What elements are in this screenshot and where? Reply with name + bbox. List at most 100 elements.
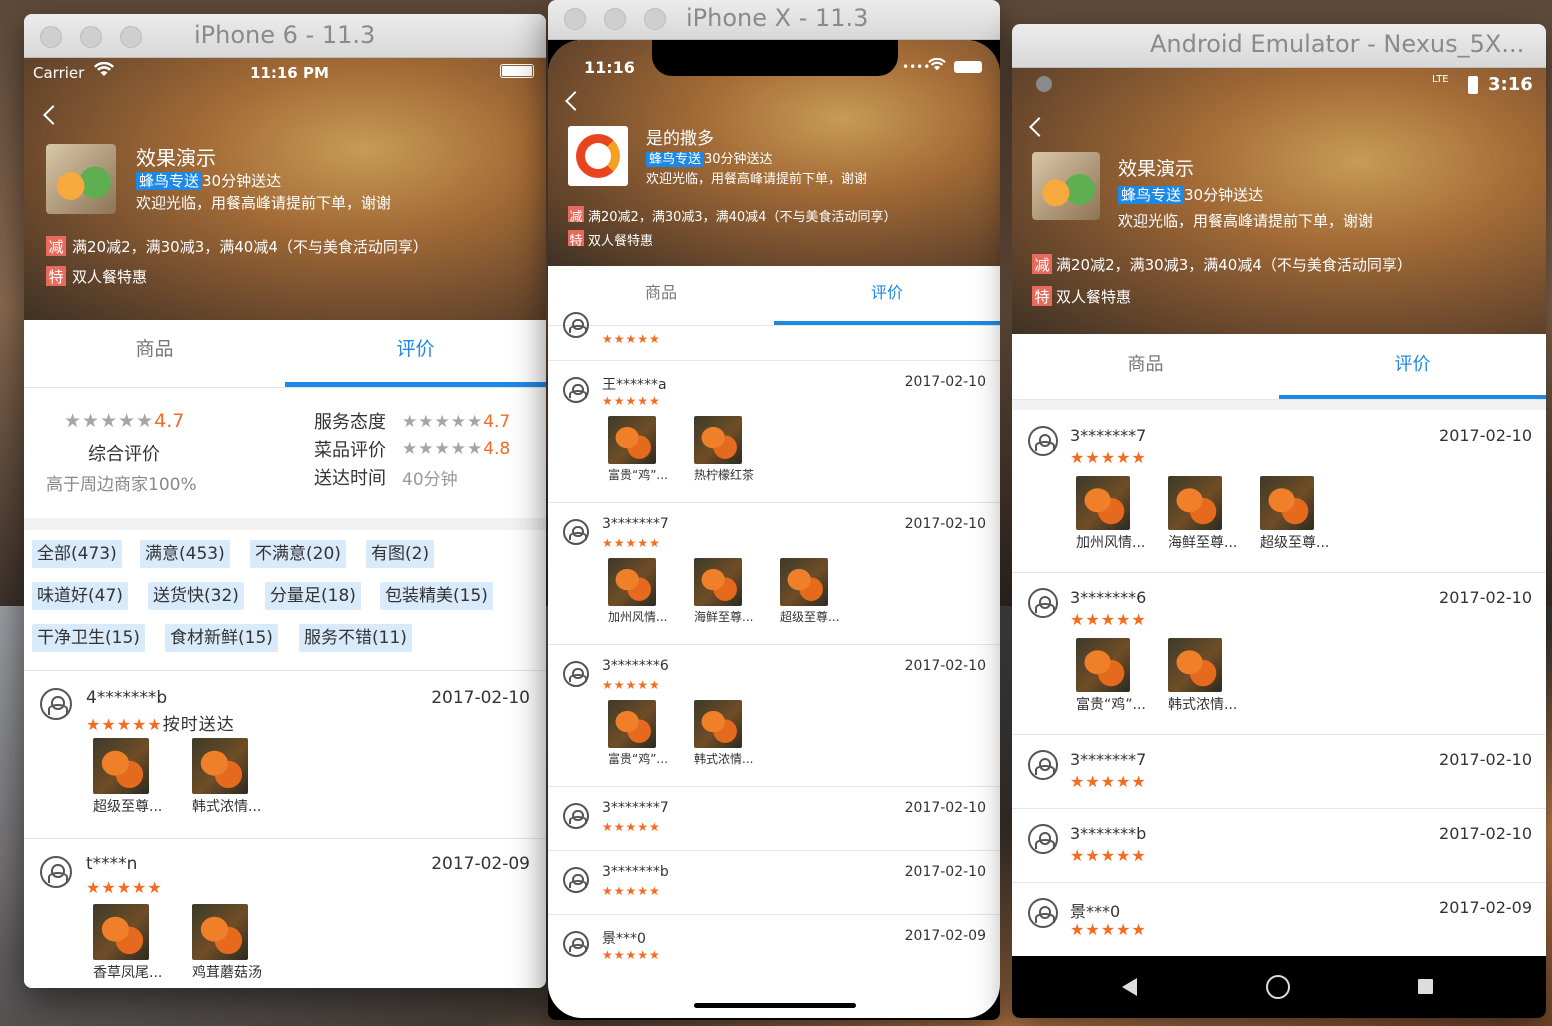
special-text: 双人餐特惠 <box>1056 288 1132 306</box>
active-tab-indicator <box>1279 395 1546 399</box>
delivery-time-text: 30分钟送达 <box>1184 186 1264 204</box>
review-item[interactable]: 3*******7 2017-02-10 ★★★★★ 加州风情... 海鲜至尊.… <box>1012 410 1546 572</box>
review-item[interactable]: 3*******6 2017-02-10 ★★★★★ 富贵“鸡”... 韩式浓情… <box>548 644 1000 786</box>
minimize-window-button[interactable] <box>80 26 102 48</box>
home-indicator[interactable] <box>694 1003 856 1008</box>
food-image[interactable] <box>694 558 742 606</box>
back-arrow-icon[interactable] <box>43 105 63 125</box>
tab-bar: 商品 评价 <box>1012 334 1546 400</box>
shop-notice: 欢迎光临，用餐高峰请提前下单，谢谢 <box>1118 212 1374 230</box>
food-image[interactable] <box>608 416 656 464</box>
filter-tag-clean[interactable]: 干净卫生(15) <box>32 624 145 652</box>
iphone6-simulator-window: iPhone 6 - 11.3 Carrier 11:16 PM 效果演示 蜂鸟… <box>24 14 546 988</box>
delivery-tag-badge: 蜂鸟专送 <box>646 152 705 167</box>
food-name: 加州风情... <box>608 610 668 624</box>
review-item[interactable]: 3*******7 2017-02-10 ★★★★★ <box>548 786 1000 850</box>
food-image[interactable] <box>608 558 656 606</box>
review-item[interactable]: 3*******b 2017-02-10 ★★★★★ <box>548 850 1000 914</box>
special-badge: 特 <box>46 266 66 286</box>
window-titlebar[interactable]: iPhone X - 11.3 <box>548 0 1000 40</box>
review-item[interactable]: 景***0 2017-02-09 ★★★★★ <box>548 914 1000 978</box>
review-item[interactable]: 3*******7 2017-02-10 ★★★★★ <box>1012 734 1546 808</box>
zoom-window-button[interactable] <box>120 26 142 48</box>
filter-tag-all[interactable]: 全部(473) <box>32 540 122 568</box>
review-item[interactable]: 景***0 2017-02-09 ★★★★★ <box>1012 882 1546 956</box>
special-badge: 特 <box>1032 286 1052 306</box>
review-item[interactable]: 3*******6 2017-02-10 ★★★★★ 富贵“鸡”... 韩式浓情… <box>1012 572 1546 734</box>
food-image[interactable] <box>192 738 248 794</box>
review-stars: ★★★★★ <box>602 820 661 834</box>
tab-bar: 商品 评价 <box>548 266 1000 326</box>
food-image[interactable] <box>1168 476 1222 530</box>
review-date: 2017-02-10 <box>431 688 530 708</box>
nav-home-icon[interactable] <box>1266 975 1290 999</box>
review-item[interactable]: 3*******b 2017-02-10 ★★★★★ <box>1012 808 1546 882</box>
tab-reviews[interactable]: 评价 <box>285 334 546 361</box>
review-username: t****n <box>86 854 138 874</box>
special-row: 特双人餐特惠 <box>46 266 147 287</box>
filter-tag-nice-packaging[interactable]: 包装精美(15) <box>380 582 493 610</box>
filter-tag-fresh[interactable]: 食材新鲜(15) <box>165 624 278 652</box>
tab-goods[interactable]: 商品 <box>24 334 285 361</box>
review-date: 2017-02-10 <box>904 864 986 880</box>
window-titlebar[interactable]: iPhone 6 - 11.3 <box>24 14 546 58</box>
iphonex-screen: 11:16 •••• 是的撒多 蜂鸟专送 30分钟送达 欢迎光临，用餐高峰请提前下… <box>548 40 1000 1018</box>
filter-tag-good-service[interactable]: 服务不错(11) <box>299 624 412 652</box>
review-item[interactable]: 4*******b 2017-02-10 ★★★★★按时送达 超级至尊... 韩… <box>24 670 546 838</box>
user-avatar-icon <box>40 856 72 888</box>
food-image[interactable] <box>694 700 742 748</box>
food-image[interactable] <box>1076 476 1130 530</box>
status-time: 11:16 PM <box>250 64 329 82</box>
filter-tag-with-picture[interactable]: 有图(2) <box>366 540 435 568</box>
tab-goods[interactable]: 商品 <box>548 279 774 303</box>
tab-goods[interactable]: 商品 <box>1012 350 1279 376</box>
back-arrow-icon[interactable] <box>565 91 585 111</box>
minimize-window-button[interactable] <box>604 8 626 30</box>
review-username: 3*******b <box>1070 824 1147 843</box>
food-label: 菜品评价 <box>314 440 386 461</box>
close-window-button[interactable] <box>40 26 62 48</box>
review-username: 3*******b <box>602 864 669 880</box>
user-avatar-icon <box>563 312 589 338</box>
service-stars: ★★★★★ <box>402 412 484 432</box>
filter-tag-large-portion[interactable]: 分量足(18) <box>265 582 361 610</box>
promo-badge: 减 <box>1032 254 1052 274</box>
user-avatar-icon <box>563 661 589 687</box>
review-stars: ★★★★★按时送达 <box>86 710 235 735</box>
filter-tag-unsatisfied[interactable]: 不满意(20) <box>250 540 346 568</box>
zoom-window-button[interactable] <box>644 8 666 30</box>
review-item[interactable]: t****n 2017-02-09 ★★★★★ 香草凤尾... 鸡茸蘑菇汤 <box>24 838 546 988</box>
nav-recents-icon[interactable] <box>1418 979 1433 994</box>
user-avatar-icon <box>1028 750 1058 780</box>
filter-tag-tasty[interactable]: 味道好(47) <box>32 582 128 610</box>
review-date: 2017-02-10 <box>904 658 986 674</box>
food-image[interactable] <box>1260 476 1314 530</box>
window-titlebar[interactable]: Android Emulator - Nexus_5X... <box>1012 24 1546 68</box>
rating-summary: ★★★★★4.7 综合评价 高于周边商家100% 服务态度 ★★★★★4.7 菜… <box>24 388 546 518</box>
shop-header: Carrier 11:16 PM 效果演示 蜂鸟专送 30分钟送达 欢迎光临，用餐… <box>24 58 546 320</box>
review-username: 景***0 <box>1070 902 1121 921</box>
nav-back-icon[interactable] <box>1122 978 1137 996</box>
filter-tag-satisfied[interactable]: 满意(453) <box>140 540 230 568</box>
food-image[interactable] <box>1076 638 1130 692</box>
review-item[interactable]: 王******a 2017-02-10 ★★★★★ 富贵“鸡”... 热柠檬红茶 <box>548 360 1000 502</box>
tab-reviews[interactable]: 评价 <box>1279 350 1546 376</box>
food-image[interactable] <box>192 904 248 960</box>
food-image[interactable] <box>93 904 149 960</box>
shop-header: 11:16 •••• 是的撒多 蜂鸟专送 30分钟送达 欢迎光临，用餐高峰请提前下… <box>548 40 1000 266</box>
delivery-time-text: 30分钟送达 <box>202 172 282 190</box>
delivery-info: 蜂鸟专送 30分钟送达 <box>646 148 773 167</box>
back-arrow-icon[interactable] <box>1029 117 1049 137</box>
food-image[interactable] <box>780 558 828 606</box>
food-image[interactable] <box>1168 638 1222 692</box>
food-image[interactable] <box>694 416 742 464</box>
filter-tag-fast-delivery[interactable]: 送货快(32) <box>148 582 244 610</box>
review-item[interactable]: 3*******7 2017-02-10 ★★★★★ 加州风情... 海鲜至尊.… <box>548 502 1000 644</box>
signal-icon: •••• <box>902 60 931 74</box>
review-username: 景***0 <box>602 931 646 947</box>
food-image[interactable] <box>93 738 149 794</box>
close-window-button[interactable] <box>564 8 586 30</box>
food-image[interactable] <box>608 700 656 748</box>
tab-reviews[interactable]: 评价 <box>774 279 1000 303</box>
food-name: 超级至尊... <box>1260 535 1330 551</box>
